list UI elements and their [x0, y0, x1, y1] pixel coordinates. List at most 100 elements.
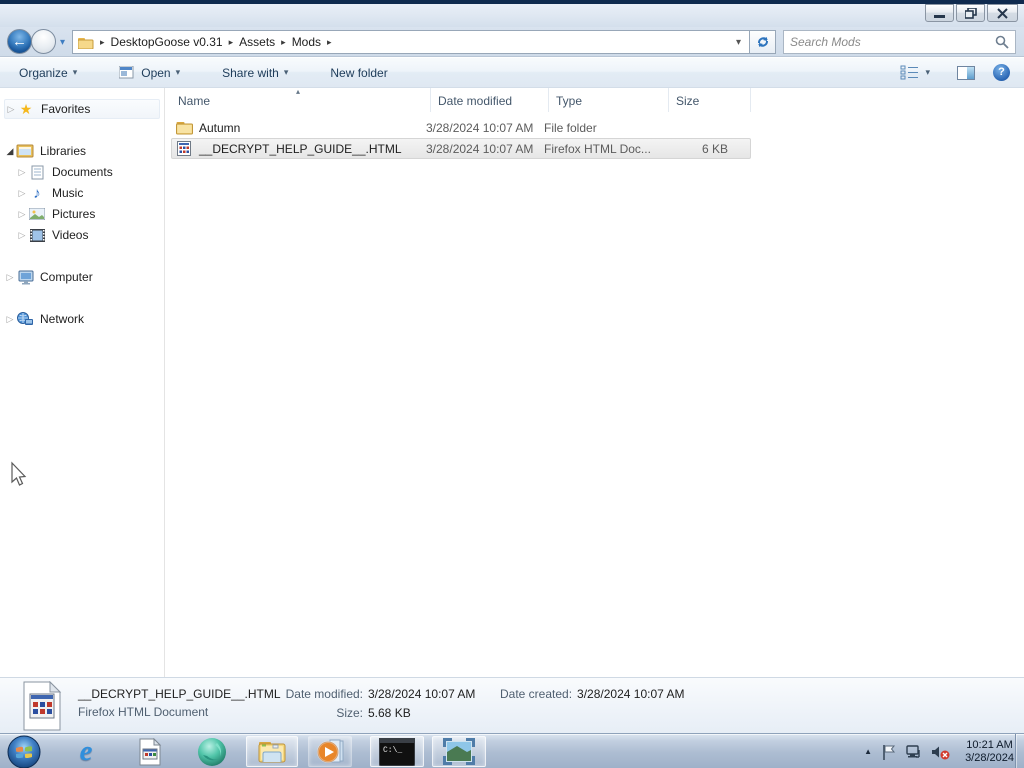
breadcrumb-mods[interactable]: Mods [292, 35, 321, 49]
html-document-icon [139, 737, 162, 765]
restore-button[interactable] [956, 4, 985, 22]
music-note-icon: ♪ [33, 184, 41, 202]
file-date-modified: 3/28/2024 10:07 AM [426, 120, 534, 135]
date-created-label: Date created: [500, 687, 573, 701]
address-history-dropdown-icon[interactable]: ▾ [736, 37, 749, 48]
taskbar-photo-viewer[interactable] [432, 736, 486, 767]
crumb-separator-icon[interactable]: ▸ [223, 37, 240, 48]
sidebar-item-favorites[interactable]: ▷ ★ Favorites [4, 99, 160, 119]
file-type: Firefox HTML Doc... [544, 141, 651, 156]
forward-button[interactable] [31, 29, 56, 54]
share-with-button[interactable]: Share with ▾ [213, 61, 297, 85]
taskbar-clock[interactable]: 10:21 AM 3/28/2024 [965, 739, 1014, 765]
network-icon [16, 311, 34, 327]
toolbar-right-group: ▾ ? [891, 61, 1024, 85]
taskbar-internet-explorer[interactable]: e [64, 735, 108, 767]
videos-icon [28, 227, 46, 243]
preview-pane-button[interactable] [957, 65, 975, 80]
chevron-down-icon: ▾ [175, 67, 181, 77]
expand-arrow-icon[interactable]: ▷ [4, 314, 16, 325]
html-document-large-icon [23, 681, 62, 731]
sidebar-item-libraries[interactable]: ◢ Libraries [4, 141, 164, 161]
volume-muted-icon[interactable] [931, 744, 951, 760]
explorer-main: ▷ ★ Favorites ◢ Libraries ▷ Documents ▷ [0, 87, 1024, 677]
minimize-button[interactable] [925, 4, 954, 22]
crumb-separator-icon[interactable]: ▸ [321, 37, 338, 48]
refresh-icon [757, 37, 768, 47]
taskbar: e C:\_ ▲ 10:21 AM 3/28/2024 [0, 733, 1024, 768]
crumb-separator-icon[interactable]: ▸ [275, 37, 292, 48]
videos-label: Videos [52, 228, 89, 242]
explorer-titlebar[interactable] [0, 4, 1024, 27]
desktop: ← ▾ ▸ DesktopGoose v0.31 ▸ Assets ▸ Mods… [0, 0, 1024, 768]
back-button[interactable]: ← [7, 29, 32, 54]
column-header-name[interactable]: Name [171, 88, 431, 112]
computer-label: Computer [40, 270, 93, 284]
close-button[interactable] [987, 4, 1018, 22]
organize-button[interactable]: Organize ▾ [10, 61, 86, 85]
new-folder-label: New folder [330, 65, 388, 80]
network-tray-icon[interactable] [905, 744, 923, 760]
size-value: 5.68 KB [368, 706, 411, 720]
show-desktop-button[interactable] [1015, 734, 1024, 768]
html-document-icon [177, 141, 191, 156]
expand-arrow-icon[interactable]: ▷ [16, 188, 28, 199]
folder-icon [78, 37, 94, 49]
expand-arrow-icon[interactable]: ▷ [16, 230, 28, 241]
action-center-flag-icon[interactable] [881, 743, 897, 761]
navigation-pane: ▷ ★ Favorites ◢ Libraries ▷ Documents ▷ [0, 88, 165, 677]
recent-pages-dropdown-icon[interactable]: ▾ [60, 37, 65, 48]
documents-icon [28, 164, 46, 180]
refresh-button[interactable] [750, 30, 776, 54]
sidebar-item-pictures[interactable]: ▷ Pictures [16, 204, 176, 224]
help-button[interactable]: ? [993, 64, 1010, 81]
organize-label: Organize [19, 65, 68, 80]
address-bar[interactable]: ▸ DesktopGoose v0.31 ▸ Assets ▸ Mods ▸ ▾ [72, 30, 750, 54]
sidebar-item-documents[interactable]: ▷ Documents [16, 162, 176, 182]
taskbar-media-player[interactable] [308, 736, 352, 767]
computer-icon [16, 269, 34, 285]
taskbar-windows-explorer[interactable] [246, 736, 298, 767]
collapse-arrow-icon[interactable]: ◢ [4, 146, 16, 157]
date-created-value: 3/28/2024 10:07 AM [577, 687, 685, 701]
sidebar-item-network[interactable]: ▷ Network [4, 309, 164, 329]
documents-label: Documents [52, 165, 113, 179]
search-input[interactable] [790, 35, 995, 49]
sidebar-item-videos[interactable]: ▷ Videos [16, 225, 176, 245]
chevron-down-icon: ▾ [72, 67, 78, 77]
sidebar-item-computer[interactable]: ▷ Computer [4, 267, 164, 287]
column-header-type[interactable]: Type [549, 88, 669, 112]
taskbar-green-sphere-app[interactable] [190, 736, 234, 767]
start-button[interactable] [2, 735, 46, 768]
expand-arrow-icon[interactable]: ▷ [16, 167, 28, 178]
sidebar-item-music[interactable]: ▷ ♪ Music [16, 183, 176, 203]
explorer-folder-icon [258, 741, 286, 762]
file-name: Autumn [199, 120, 241, 135]
column-header-date-modified[interactable]: Date modified [431, 88, 549, 112]
taskbar-html-document[interactable] [128, 736, 172, 767]
expand-arrow-icon[interactable]: ▷ [4, 272, 16, 283]
taskbar-command-prompt[interactable]: C:\_ [370, 736, 424, 767]
search-icon[interactable] [995, 35, 1009, 49]
breadcrumb-assets[interactable]: Assets [239, 35, 275, 49]
show-hidden-icons-button[interactable]: ▲ [864, 747, 872, 756]
table-row-autumn[interactable]: Autumn 3/28/2024 10:07 AM File folder [171, 117, 751, 138]
svg-text:C:\_: C:\_ [383, 746, 402, 755]
breadcrumb-desktopgoose[interactable]: DesktopGoose v0.31 [111, 35, 223, 49]
help-icon: ? [998, 66, 1005, 78]
expand-arrow-icon[interactable]: ▷ [5, 104, 17, 115]
folder-icon [176, 122, 193, 135]
photo-viewer-icon [443, 738, 475, 765]
new-folder-button[interactable]: New folder [321, 61, 396, 85]
music-label: Music [52, 186, 84, 200]
table-row-decrypt-help-guide[interactable]: __DECRYPT_HELP_GUIDE__.HTML 3/28/2024 10… [171, 138, 751, 159]
expand-arrow-icon[interactable]: ▷ [16, 209, 28, 220]
command-prompt-icon: C:\_ [379, 737, 415, 766]
details-created-group: Date created: 3/28/2024 10:07 AM [500, 687, 684, 706]
open-button[interactable]: Open ▾ [110, 61, 189, 85]
change-view-button[interactable]: ▾ [891, 61, 939, 85]
clock-date: 3/28/2024 [965, 751, 1014, 764]
column-header-size[interactable]: Size [669, 88, 751, 112]
windows-start-orb-icon [7, 735, 41, 768]
details-file-name: __DECRYPT_HELP_GUIDE__.HTML [78, 687, 281, 701]
